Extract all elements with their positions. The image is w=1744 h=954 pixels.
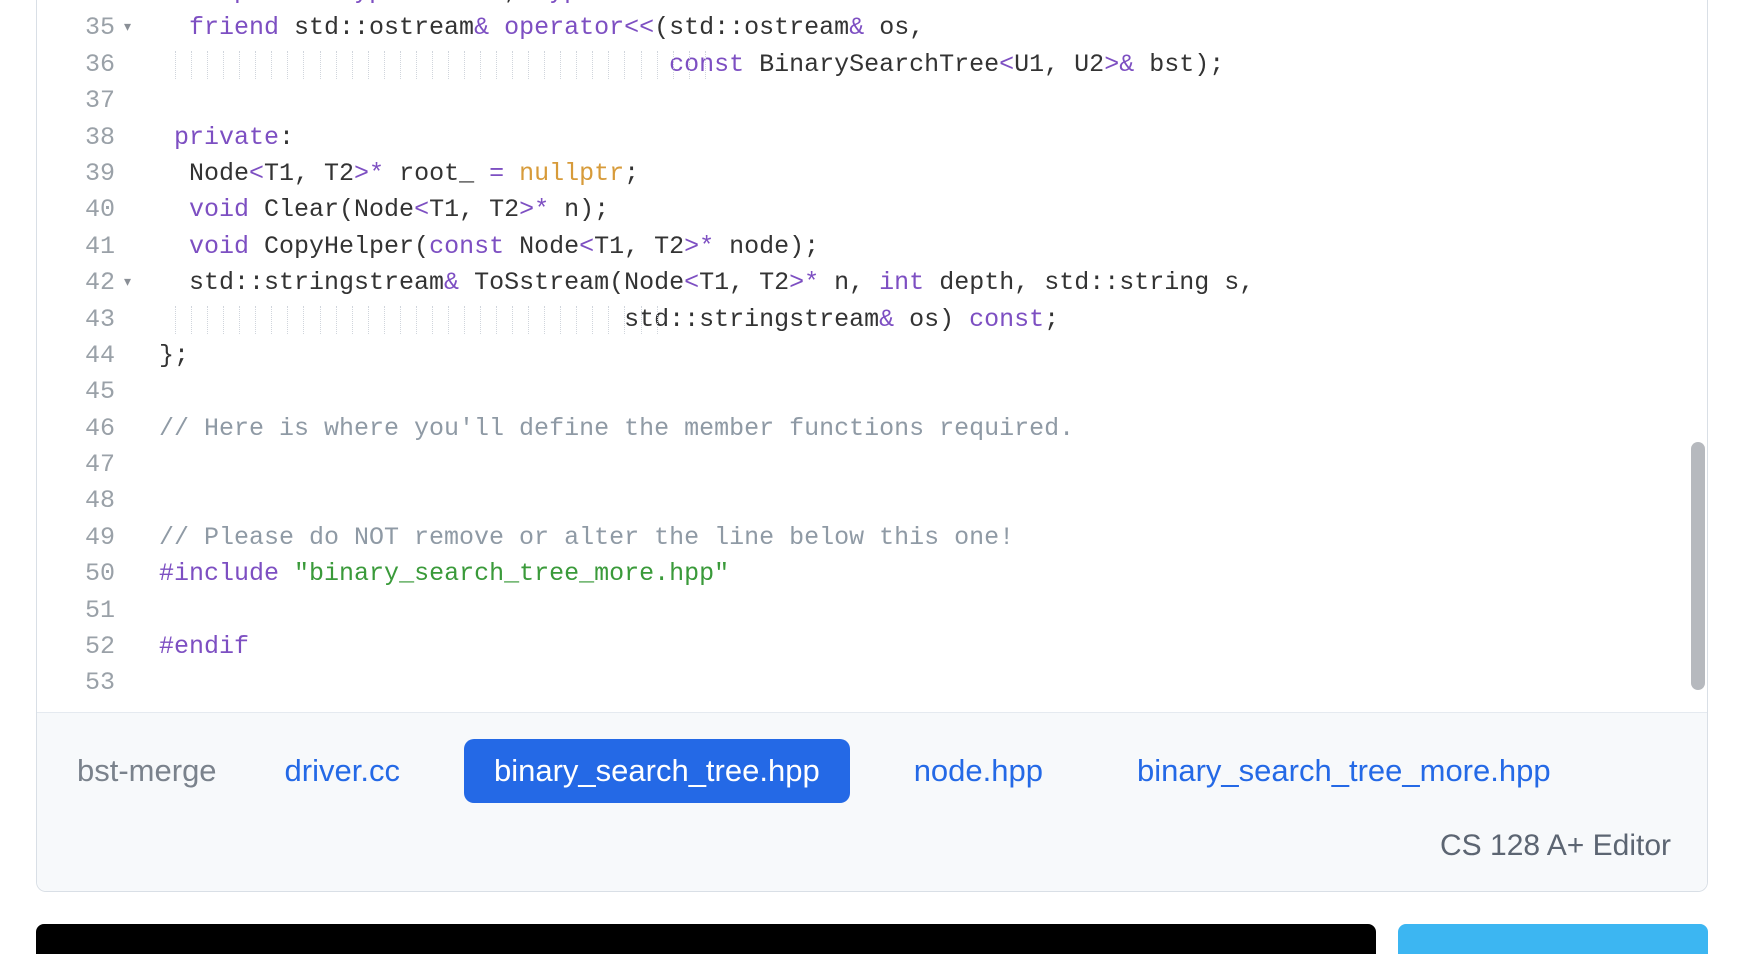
line-number: 38	[37, 120, 135, 156]
code-line[interactable]: const BinarySearchTree<U1, U2>& bst);	[135, 47, 1707, 83]
submit-button[interactable]	[1398, 924, 1708, 954]
code-line[interactable]: // Please do NOT remove or alter the lin…	[135, 520, 1707, 556]
code-line[interactable]: friend std::ostream& operator<<(std::ost…	[135, 10, 1707, 46]
code-line[interactable]	[135, 83, 1707, 119]
code-line[interactable]: std::stringstream& os) const;	[135, 302, 1707, 338]
line-number: 41	[37, 229, 135, 265]
line-number: 40	[37, 192, 135, 228]
code-line[interactable]	[135, 665, 1707, 701]
line-number: 49	[37, 520, 135, 556]
code-line[interactable]: #include "binary_search_tree_more.hpp"	[135, 556, 1707, 592]
code-line[interactable]	[135, 447, 1707, 483]
tab-binary-search-tree-hpp[interactable]: binary_search_tree.hpp	[464, 739, 850, 803]
code-line[interactable]: };	[135, 338, 1707, 374]
code-line[interactable]: template <typename U1, typename U2>	[135, 0, 1707, 10]
project-label: bst-merge	[73, 739, 221, 803]
editor-title: CS 128 A+ Editor	[37, 829, 1707, 891]
line-number: 37	[37, 83, 135, 119]
line-number: 53	[37, 665, 135, 701]
code-line[interactable]: private:	[135, 120, 1707, 156]
line-number: 45	[37, 374, 135, 410]
line-number: 42	[37, 265, 135, 301]
code-line[interactable]: #endif	[135, 629, 1707, 665]
scrollbar-thumb[interactable]	[1691, 442, 1705, 690]
file-tab-bar: bst-merge driver.cc binary_search_tree.h…	[37, 712, 1707, 829]
line-number: 46	[37, 411, 135, 447]
line-number: 36	[37, 47, 135, 83]
tab-driver-cc[interactable]: driver.cc	[255, 739, 430, 803]
line-number: 51	[37, 593, 135, 629]
code-text[interactable]: template <typename U1, typename U2> frie…	[135, 0, 1707, 712]
line-number: 50	[37, 556, 135, 592]
line-number: 35	[37, 10, 135, 46]
code-line[interactable]: // Here is where you'll define the membe…	[135, 411, 1707, 447]
tab-node-hpp[interactable]: node.hpp	[884, 739, 1073, 803]
code-line[interactable]	[135, 483, 1707, 519]
line-number: 48	[37, 483, 135, 519]
line-number: 47	[37, 447, 135, 483]
code-line[interactable]: Node<T1, T2>* root_ = nullptr;	[135, 156, 1707, 192]
bottom-action-bar	[36, 924, 1708, 954]
editor-frame: 3435363738394041424344454647484950515253…	[36, 0, 1708, 892]
code-line[interactable]	[135, 374, 1707, 410]
line-number: 44	[37, 338, 135, 374]
run-button[interactable]	[36, 924, 1376, 954]
code-area[interactable]: 3435363738394041424344454647484950515253…	[37, 0, 1707, 712]
line-number-gutter: 3435363738394041424344454647484950515253	[37, 0, 135, 712]
code-line[interactable]	[135, 593, 1707, 629]
code-line[interactable]: std::stringstream& ToSstream(Node<T1, T2…	[135, 265, 1707, 301]
line-number: 43	[37, 302, 135, 338]
line-number: 34	[37, 0, 135, 10]
line-number: 39	[37, 156, 135, 192]
tab-binary-search-tree-more-hpp[interactable]: binary_search_tree_more.hpp	[1107, 739, 1581, 803]
code-line[interactable]: void CopyHelper(const Node<T1, T2>* node…	[135, 229, 1707, 265]
code-line[interactable]: void Clear(Node<T1, T2>* n);	[135, 192, 1707, 228]
line-number: 52	[37, 629, 135, 665]
